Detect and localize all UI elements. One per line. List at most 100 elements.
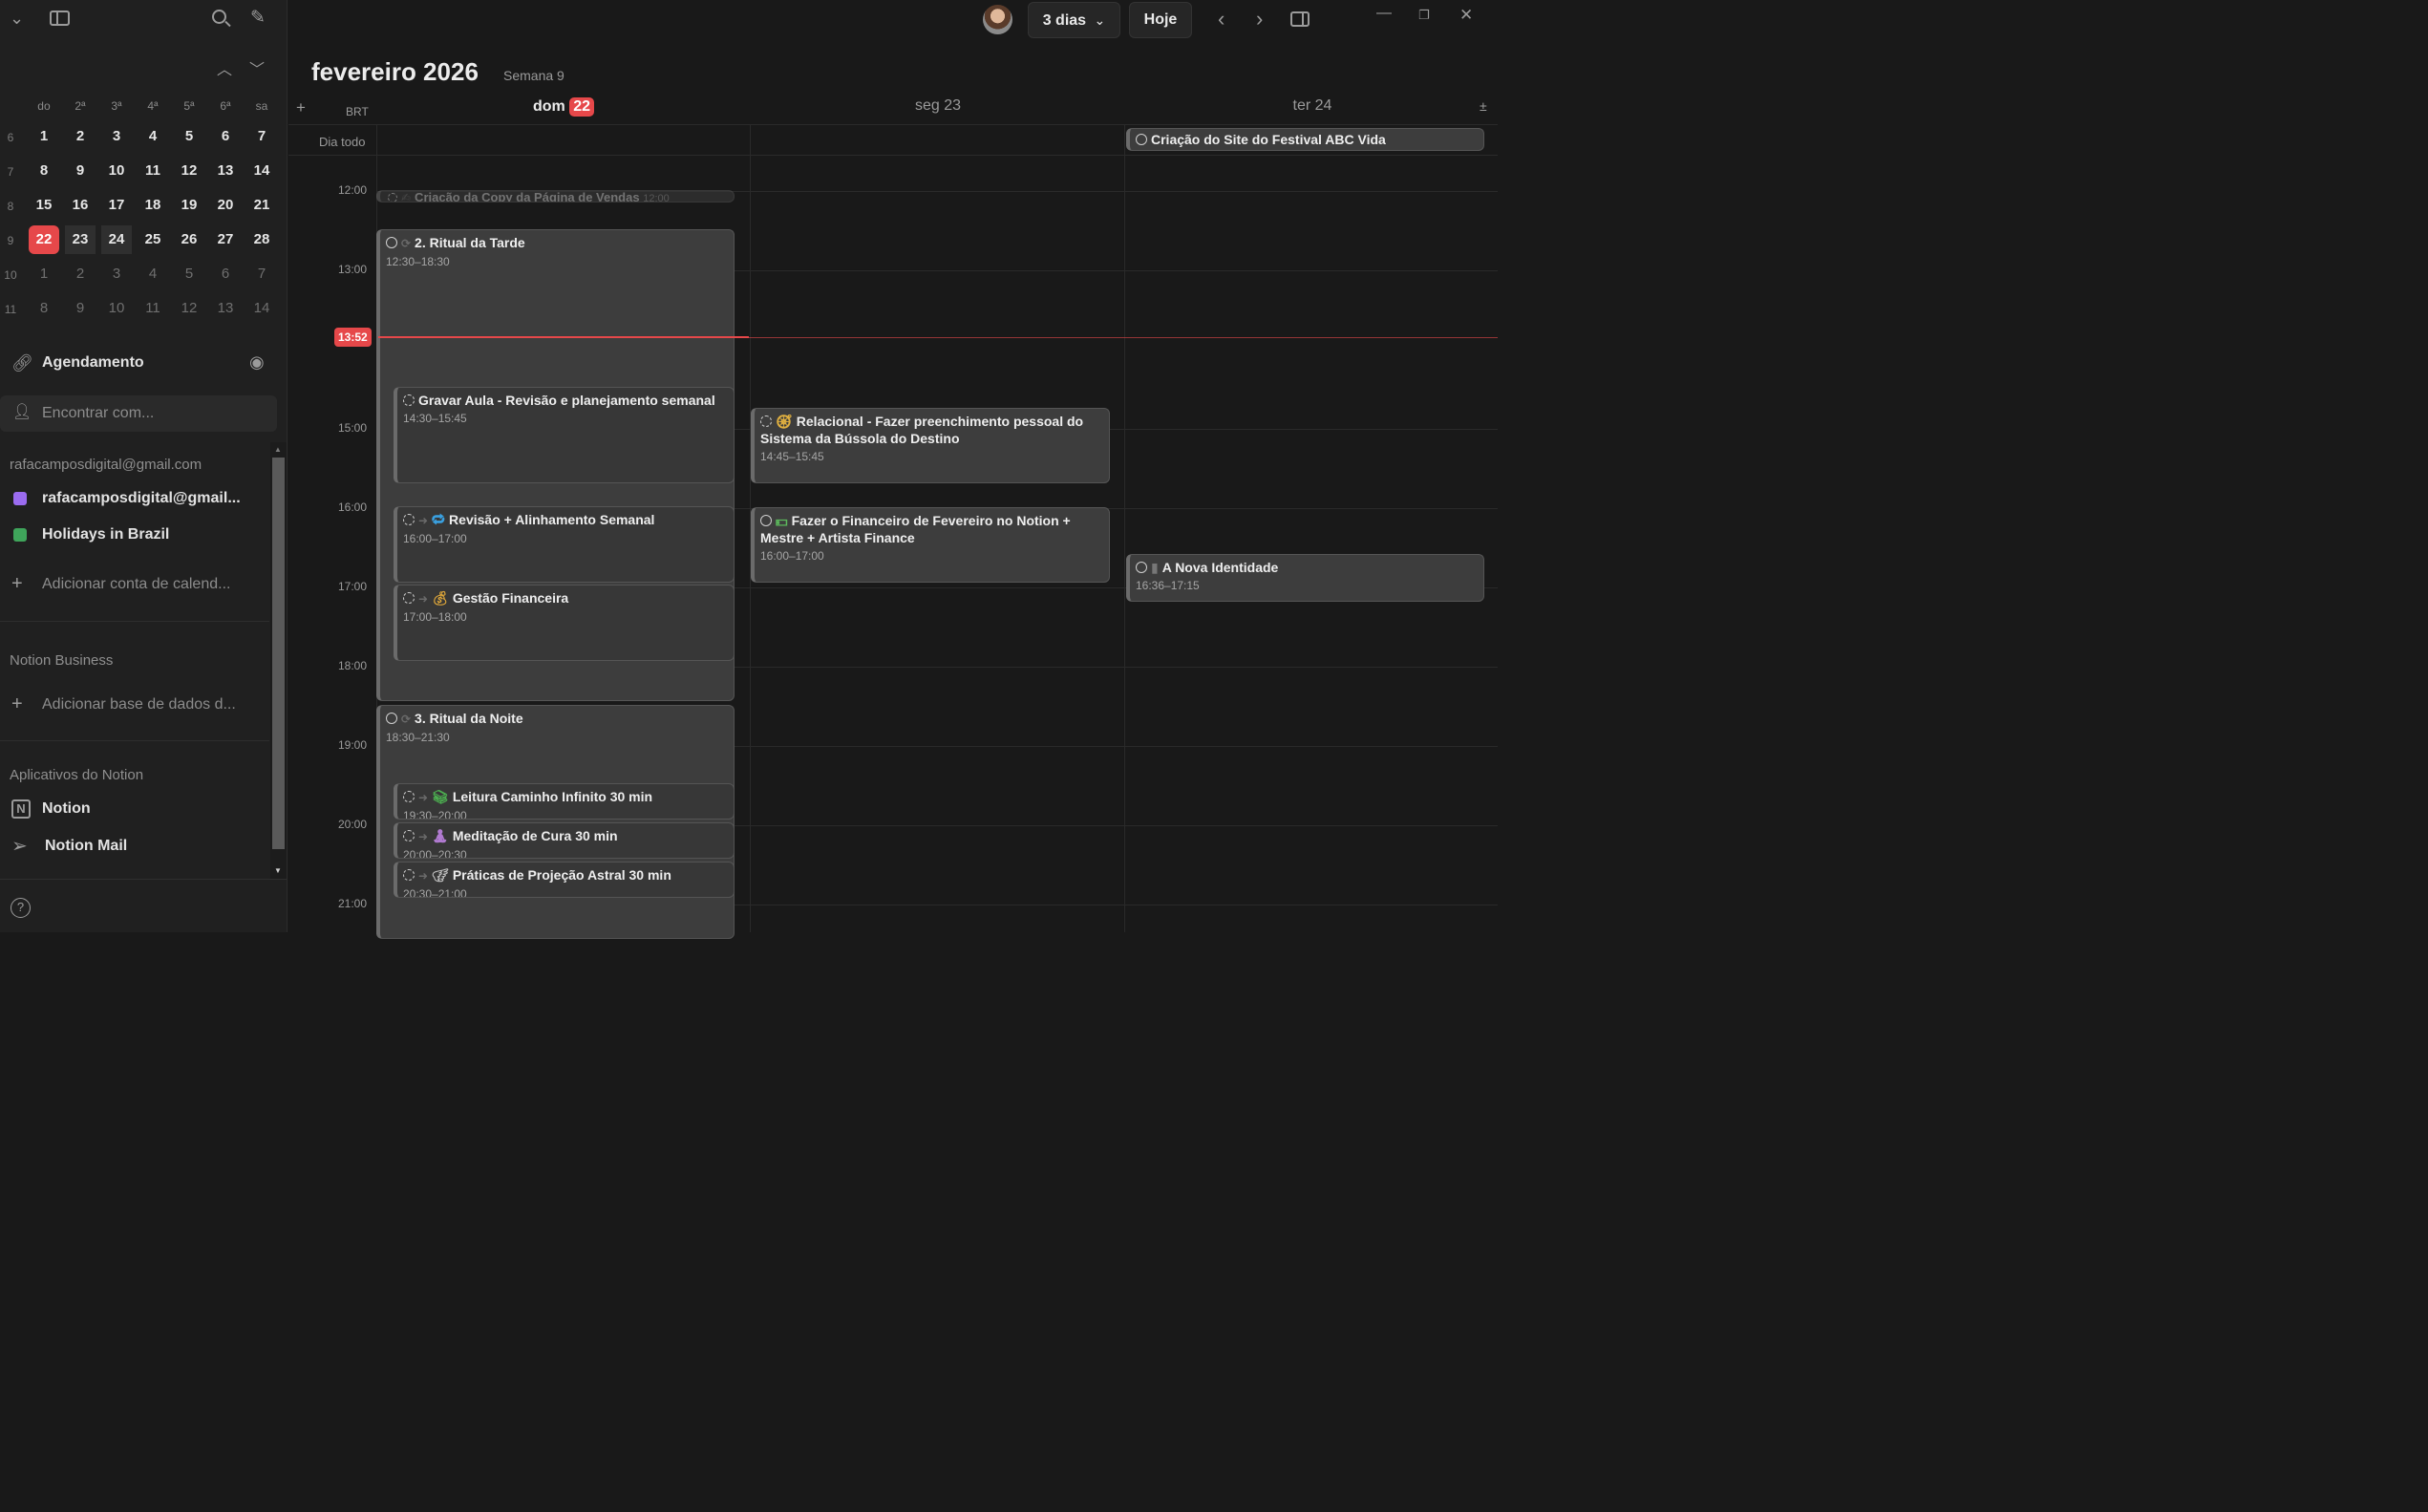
event-nova-identidade[interactable]: ▮ A Nova Identidade 16:36–17:15 — [1125, 553, 1484, 602]
mini-calendar-day[interactable]: 1 — [29, 260, 59, 288]
mini-calendar-day[interactable]: 11 — [138, 157, 168, 185]
day-header-tue[interactable]: ter 24 — [1255, 97, 1370, 115]
mini-calendar-day[interactable]: 2 — [65, 122, 96, 151]
day-header-mon[interactable]: seg 23 — [881, 97, 995, 115]
today-button[interactable]: Hoje — [1128, 1, 1192, 38]
mini-calendar-day[interactable]: 7 — [246, 260, 277, 288]
help-icon[interactable]: ? — [10, 897, 31, 918]
restore-icon[interactable]: ❐ — [1418, 9, 1430, 21]
mini-calendar-day[interactable]: 2 — [65, 260, 96, 288]
compose-icon[interactable]: ✎ — [250, 9, 266, 27]
app-notion-mail[interactable]: Notion Mail — [45, 838, 127, 855]
mini-calendar-day[interactable]: 16 — [65, 191, 96, 220]
mini-calendar-day[interactable]: 21 — [246, 191, 277, 220]
rss-icon[interactable] — [12, 527, 27, 542]
hour-label: 19:00 — [337, 737, 367, 752]
mini-calendar-day[interactable]: 24 — [100, 224, 132, 254]
books-icon: 📚︎ — [432, 788, 449, 804]
mini-calendar-day[interactable]: 9 — [65, 157, 96, 185]
arrow-icon: ➜ — [417, 868, 429, 883]
find-people-input[interactable]: 👤︎ Encontrar com... — [0, 394, 277, 432]
event-copy[interactable]: ✍︎ Criação da Copy da Página de Vendas 12… — [375, 189, 735, 202]
mini-calendar-day[interactable]: 22 — [28, 224, 59, 254]
mini-calendar-day[interactable]: 5 — [174, 122, 204, 151]
money-icon: 💵︎ — [775, 512, 788, 528]
mini-calendar-day[interactable]: 8 — [29, 157, 59, 185]
link-icon: 🔗︎ — [11, 352, 33, 373]
mini-calendar-day[interactable]: 13 — [210, 157, 241, 185]
mini-calendar-day[interactable]: 5 — [174, 260, 204, 288]
minimize-icon[interactable]: — — [1376, 5, 1392, 21]
mini-calendar-day[interactable]: 14 — [246, 294, 277, 323]
mini-calendar-day[interactable]: 1 — [29, 122, 59, 151]
mini-calendar-day[interactable]: 10 — [101, 294, 132, 323]
mini-calendar-day[interactable]: 4 — [138, 260, 168, 288]
add-calendar-account-button[interactable]: Adicionar conta de calend... — [42, 576, 230, 593]
weekday-header: 6ª — [220, 98, 231, 113]
mini-calendar-day[interactable]: 7 — [246, 122, 277, 151]
repeat-icon: ⟳ — [400, 236, 412, 250]
mini-calendar-day[interactable]: 6 — [210, 260, 241, 288]
calendar-item-account[interactable]: rafacamposdigital@gmail... — [42, 490, 241, 507]
scroll-thumb[interactable] — [271, 457, 285, 849]
mini-calendar-day[interactable]: 27 — [210, 225, 241, 254]
calendar-item-holidays[interactable]: Holidays in Brazil — [42, 526, 169, 543]
chevron-down-icon[interactable]: ﹀ — [249, 62, 265, 78]
event-financeiro[interactable]: 💵︎ Fazer o Financeiro de Fevereiro no Not… — [750, 506, 1110, 583]
chevron-right-icon[interactable]: › — [1256, 8, 1263, 30]
calendar-color-dot[interactable] — [12, 491, 27, 505]
panel-toggle-icon[interactable] — [1289, 11, 1310, 27]
expand-icon[interactable]: ± — [1480, 99, 1487, 113]
eye-icon[interactable]: ◉ — [249, 353, 265, 371]
mini-calendar-day[interactable]: 3 — [101, 260, 132, 288]
event-gestao[interactable]: ➜ 💰︎ Gestão Financeira 17:00–18:00 — [393, 584, 735, 661]
scheduling-label[interactable]: Agendamento — [42, 354, 144, 372]
chevron-left-icon[interactable]: ‹ — [1218, 8, 1225, 30]
avatar[interactable] — [982, 4, 1012, 34]
apps-section-title: Aplicativos do Notion — [9, 766, 144, 783]
mini-calendar-day[interactable]: 18 — [138, 191, 168, 220]
mini-calendar-day[interactable]: 9 — [65, 294, 96, 323]
mini-calendar-day[interactable]: 10 — [101, 157, 132, 185]
mini-calendar-day[interactable]: 25 — [138, 225, 168, 254]
mini-calendar-day[interactable]: 17 — [101, 191, 132, 220]
mini-calendar-day[interactable]: 19 — [174, 191, 204, 220]
scroll-down-icon[interactable]: ▼ — [274, 866, 282, 875]
mini-calendar-day[interactable]: 6 — [210, 122, 241, 151]
sidebar-toggle-icon[interactable] — [49, 10, 70, 26]
sidebar-scrollbar[interactable]: ▲ ▼ — [269, 441, 287, 879]
mini-calendar-day[interactable]: 4 — [138, 122, 168, 151]
view-selector[interactable]: 3 dias ⌄ — [1027, 1, 1120, 38]
mini-calendar-day[interactable]: 15 — [29, 191, 59, 220]
plus-icon[interactable]: + — [296, 99, 306, 116]
event-leitura[interactable]: ➜ 📚︎ Leitura Caminho Infinito 30 min 19:30… — [393, 782, 735, 820]
event-relacional[interactable]: 🧭︎ Relacional - Fazer preenchimento pesso… — [750, 407, 1110, 483]
mini-calendar-day[interactable]: 8 — [29, 294, 59, 323]
event-gravar-aula[interactable]: Gravar Aula - Revisão e planejamento sem… — [393, 386, 735, 483]
chevron-down-icon[interactable]: ⌄ — [10, 10, 24, 27]
all-day-event[interactable]: Criação do Site do Festival ABC Vida — [1125, 127, 1484, 151]
mini-calendar-day[interactable]: 11 — [138, 294, 168, 323]
mini-calendar-week: 9 22 23 24 25 26 27 28 — [0, 224, 277, 254]
mini-calendar-day[interactable]: 12 — [174, 157, 204, 185]
app-notion[interactable]: Notion — [42, 800, 91, 818]
mini-calendar-day[interactable]: 20 — [210, 191, 241, 220]
mini-calendar-day[interactable]: 28 — [246, 225, 277, 254]
mini-calendar-day[interactable]: 26 — [174, 225, 204, 254]
scroll-up-icon[interactable]: ▲ — [274, 445, 282, 454]
day-header-sun[interactable]: dom 22 — [514, 96, 613, 117]
weekday-header: 3ª — [111, 98, 122, 113]
mini-calendar-day[interactable]: 13 — [210, 294, 241, 323]
search-icon[interactable] — [211, 9, 231, 28]
mini-calendar-day[interactable]: 14 — [246, 157, 277, 185]
mini-calendar-day[interactable]: 12 — [174, 294, 204, 323]
mini-calendar-day[interactable]: 3 — [101, 122, 132, 151]
add-database-button[interactable]: Adicionar base de dados d... — [42, 696, 236, 713]
chevron-up-icon[interactable]: ︿ — [217, 62, 232, 78]
clock-icon — [1135, 561, 1147, 573]
event-meditacao[interactable]: ➜ 🧘︎ Meditação de Cura 30 min 20:00–20:30 — [393, 821, 735, 859]
mini-calendar-day[interactable]: 23 — [64, 224, 96, 254]
close-icon[interactable]: ✕ — [1459, 7, 1473, 23]
event-praticas[interactable]: ➜ 🪽︎ Práticas de Projeção Astral 30 min 20… — [393, 861, 735, 898]
event-revisao[interactable]: ➜ 🔁︎ Revisão + Alinhamento Semanal 16:00–1… — [393, 505, 735, 583]
